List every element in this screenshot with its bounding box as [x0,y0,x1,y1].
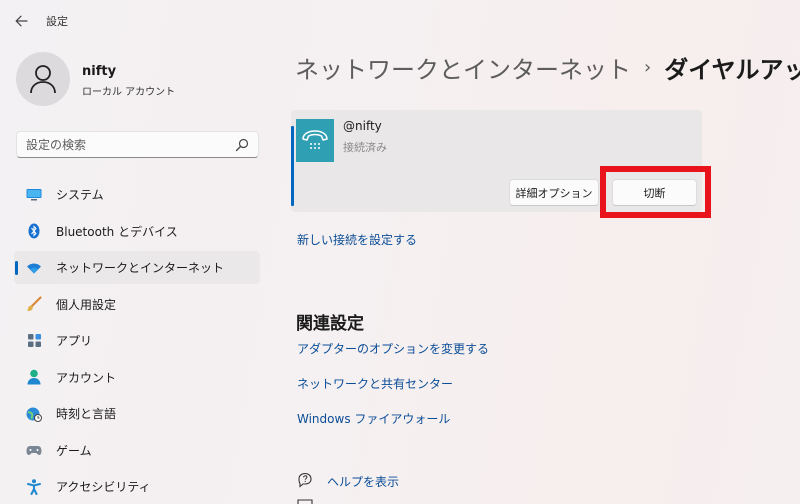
sidebar-item-accounts[interactable]: アカウント [14,361,260,394]
breadcrumb-separator: › [644,56,652,78]
sidebar-item-label: ゲーム [56,443,92,458]
new-connection-link[interactable]: 新しい接続を設定する [297,231,417,248]
search-icon[interactable] [235,138,249,152]
feedback-icon [297,499,313,504]
monitor-icon [26,187,42,203]
back-arrow-icon [14,15,28,27]
sidebar-item-personalization[interactable]: 個人用設定 [14,288,260,321]
accessibility-icon [26,478,42,495]
telephone-icon [296,119,334,162]
sidebar-nav: システム Bluetooth とデバイス ネットワークとインターネット 個人用設… [14,178,260,504]
avatar[interactable] [16,52,70,106]
person-icon [30,65,56,94]
sidebar-item-label: アプリ [56,334,93,348]
sidebar-item-label: Bluetooth とデバイス [56,224,178,239]
globe-clock-icon [26,406,42,422]
sidebar-item-label: システム [56,188,104,202]
search-input[interactable] [17,132,217,157]
sidebar-item-accessibility[interactable]: アクセシビリティ [14,470,260,503]
firewall-link[interactable]: Windows ファイアウォール [297,410,450,427]
highlight-annotation [600,166,711,218]
page-title: ダイヤルアップ [664,55,800,84]
gamepad-icon [26,442,42,458]
sidebar-item-gaming[interactable]: ゲーム [14,434,260,467]
search-box[interactable] [16,131,259,158]
user-name: nifty [82,64,117,79]
sharing-center-link[interactable]: ネットワークと共有センター [297,375,453,392]
brush-icon [26,296,42,312]
sidebar-item-bluetooth[interactable]: Bluetooth とデバイス [14,215,260,248]
apps-icon [26,333,42,349]
connection-name: @nifty [343,119,382,133]
sidebar-item-network[interactable]: ネットワークとインターネット [14,251,260,284]
sidebar-item-label: 個人用設定 [56,297,117,312]
help-link[interactable]: ヘルプを表示 [327,473,399,490]
back-button[interactable] [10,10,32,32]
sidebar-item-apps[interactable]: アプリ [14,324,260,357]
sidebar-item-label: 時刻と言語 [56,407,117,421]
connection-status: 接続済み [343,141,387,154]
expanded-indicator [291,126,294,206]
breadcrumb: ネットワークとインターネット › ダイヤルアップ [295,50,800,84]
sidebar-item-label: アカウント [56,370,117,385]
app-title: 設定 [46,15,68,28]
wifi-icon [26,260,42,276]
active-indicator [15,261,18,275]
related-settings-title: 関連設定 [296,314,364,334]
sidebar-item-time-language[interactable]: 時刻と言語 [14,397,260,430]
bluetooth-icon [26,223,42,239]
sidebar-item-system[interactable]: システム [14,178,260,211]
advanced-options-button[interactable]: 詳細オプション [509,179,599,206]
sidebar-item-label: アクセシビリティ [56,480,151,494]
title-bar: 設定 [0,0,800,40]
adapter-options-link[interactable]: アダプターのオプションを変更する [297,340,489,357]
account-type: ローカル アカウント [82,87,176,98]
person-icon [26,369,42,385]
breadcrumb-parent[interactable]: ネットワークとインターネット [295,50,631,85]
help-icon [298,472,312,488]
sidebar-item-label: ネットワークとインターネット [56,261,225,275]
